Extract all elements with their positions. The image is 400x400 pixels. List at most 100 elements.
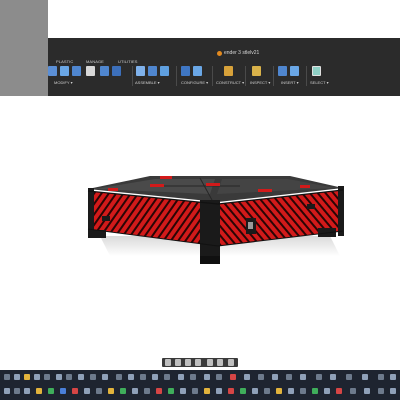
taskbar-app-icon[interactable]: [24, 374, 30, 380]
taskbar-app-icon[interactable]: [132, 388, 138, 394]
taskbar-app-icon[interactable]: [96, 388, 102, 394]
grid-icon[interactable]: [217, 359, 223, 366]
viewports-icon[interactable]: [228, 359, 234, 366]
taskbar-app-icon[interactable]: [24, 388, 30, 394]
tab-manage[interactable]: MANAGE: [86, 59, 104, 64]
taskbar-app-icon[interactable]: [276, 388, 282, 394]
enclosure-model: [87, 176, 344, 264]
taskbar-app-icon[interactable]: [362, 374, 368, 380]
fit-icon[interactable]: [195, 359, 201, 366]
offset-plane-icon[interactable]: [224, 66, 233, 76]
as-built-joint-icon[interactable]: [160, 66, 169, 76]
taskbar-app-icon[interactable]: [108, 388, 114, 394]
taskbar-app-icon[interactable]: [14, 388, 20, 394]
taskbar-app-icon[interactable]: [4, 388, 10, 394]
taskbar-app-icon[interactable]: [272, 374, 278, 380]
group-modify[interactable]: MODIFY ▾: [54, 80, 73, 85]
group-inspect[interactable]: INSPECT ▾: [250, 80, 270, 85]
taskbar-app-icon[interactable]: [152, 374, 158, 380]
group-insert[interactable]: INSERT ▾: [281, 80, 299, 85]
taskbar-app-icon[interactable]: [252, 388, 258, 394]
insert-derive-icon[interactable]: [278, 66, 287, 76]
taskbar-app-icon[interactable]: [390, 388, 396, 394]
zoom-icon[interactable]: [185, 359, 191, 366]
taskbar-app-icon[interactable]: [102, 374, 108, 380]
taskbar-app-icon[interactable]: [168, 388, 174, 394]
table-icon[interactable]: [193, 66, 202, 76]
modify-shell-icon[interactable]: [72, 66, 81, 76]
taskbar-app-icon[interactable]: [330, 374, 336, 380]
taskbar-app-icon[interactable]: [34, 374, 40, 380]
taskbar-app-icon[interactable]: [128, 374, 134, 380]
taskbar-app-icon[interactable]: [66, 374, 72, 380]
taskbar-app-icon[interactable]: [90, 374, 96, 380]
tab-plastic[interactable]: PLASTIC: [56, 59, 73, 64]
group-configure[interactable]: CONFIGURE ▾: [181, 80, 208, 85]
taskbar-app-icon[interactable]: [78, 374, 84, 380]
taskbar-app-icon[interactable]: [84, 388, 90, 394]
navigation-toolbar: [162, 358, 238, 367]
taskbar-app-icon[interactable]: [178, 374, 184, 380]
modify-press-pull-icon[interactable]: [48, 66, 57, 76]
taskbar-app-icon[interactable]: [116, 374, 122, 380]
taskbar-app-icon[interactable]: [120, 388, 126, 394]
new-component-icon[interactable]: [136, 66, 145, 76]
taskbar-app-icon[interactable]: [300, 374, 306, 380]
taskbar-app-icon[interactable]: [190, 374, 196, 380]
pan-icon[interactable]: [175, 359, 181, 366]
taskbar-app-icon[interactable]: [36, 388, 42, 394]
taskbar-app-icon[interactable]: [192, 388, 198, 394]
tab-utilities[interactable]: UTILITIES: [118, 59, 138, 64]
insert-canvas-icon[interactable]: [290, 66, 299, 76]
taskbar-app-icon[interactable]: [230, 374, 236, 380]
taskbar-app-icon[interactable]: [324, 388, 330, 394]
measure-icon[interactable]: [252, 66, 261, 76]
taskbar-app-icon[interactable]: [60, 388, 66, 394]
taskbar-app-icon[interactable]: [156, 388, 162, 394]
taskbar-app-icon[interactable]: [14, 374, 20, 380]
taskbar-app-icon[interactable]: [378, 374, 384, 380]
taskbar-app-icon[interactable]: [364, 388, 370, 394]
taskbar-app-icon[interactable]: [216, 388, 222, 394]
parameters-icon[interactable]: [181, 66, 190, 76]
taskbar-app-icon[interactable]: [244, 374, 250, 380]
taskbar-app-icon[interactable]: [240, 388, 246, 394]
taskbar-app-icon[interactable]: [204, 388, 210, 394]
taskbar-app-icon[interactable]: [264, 388, 270, 394]
taskbar-app-icon[interactable]: [216, 374, 222, 380]
taskbar-app-icon[interactable]: [4, 374, 10, 380]
orbit-icon[interactable]: [165, 359, 171, 366]
taskbar-app-icon[interactable]: [312, 388, 318, 394]
taskbar-app-icon[interactable]: [336, 388, 342, 394]
taskbar-app-icon[interactable]: [164, 374, 170, 380]
align-icon[interactable]: [100, 66, 109, 76]
group-select[interactable]: SELECT ▾: [310, 80, 329, 85]
taskbar-app-icon[interactable]: [144, 388, 150, 394]
modify-fillet-icon[interactable]: [60, 66, 69, 76]
taskbar-app-icon[interactable]: [228, 388, 234, 394]
group-construct[interactable]: CONSTRUCT ▾: [216, 80, 244, 85]
taskbar-app-icon[interactable]: [346, 374, 352, 380]
canvas-viewport[interactable]: [0, 96, 400, 358]
move-icon[interactable]: [86, 66, 95, 76]
taskbar-app-icon[interactable]: [288, 388, 294, 394]
taskbar-app-icon[interactable]: [316, 374, 322, 380]
group-assemble[interactable]: ASSEMBLE ▾: [135, 80, 160, 85]
taskbar-app-icon[interactable]: [350, 388, 356, 394]
taskbar-app-icon[interactable]: [286, 374, 292, 380]
taskbar-app-icon[interactable]: [300, 388, 306, 394]
split-icon[interactable]: [112, 66, 121, 76]
taskbar-app-icon[interactable]: [378, 388, 384, 394]
joint-icon[interactable]: [148, 66, 157, 76]
taskbar-app-icon[interactable]: [44, 374, 50, 380]
taskbar-app-icon[interactable]: [72, 388, 78, 394]
display-settings-icon[interactable]: [207, 359, 213, 366]
taskbar-app-icon[interactable]: [204, 374, 210, 380]
taskbar-app-icon[interactable]: [56, 374, 62, 380]
taskbar-app-icon[interactable]: [48, 388, 54, 394]
taskbar-app-icon[interactable]: [258, 374, 264, 380]
taskbar-app-icon[interactable]: [180, 388, 186, 394]
taskbar-app-icon[interactable]: [140, 374, 146, 380]
select-icon[interactable]: [312, 66, 321, 76]
taskbar-app-icon[interactable]: [390, 374, 396, 380]
